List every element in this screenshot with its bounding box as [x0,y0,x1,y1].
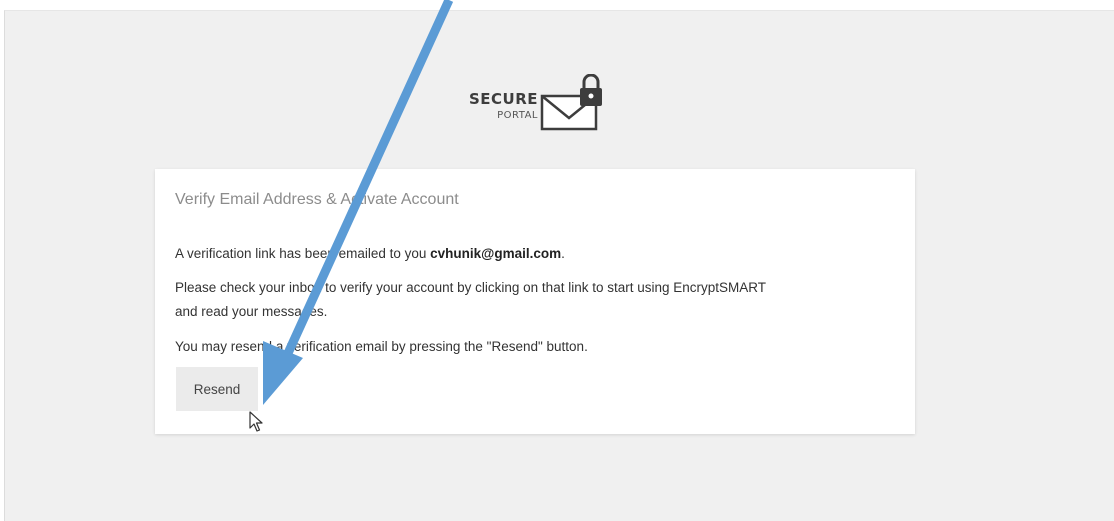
verification-sent-prefix: A verification link has been emailed to … [175,246,431,261]
mouse-pointer-icon [249,411,263,432]
card-title: Verify Email Address & Activate Account [175,191,459,208]
verification-sent-text: A verification link has been emailed to … [175,246,565,261]
logo-word: SECURE [468,90,538,108]
secure-portal-logo: SECURE PORTAL [462,74,612,134]
check-inbox-text-line2: and read your messages. [175,304,328,319]
logo-subword: PORTAL [497,110,538,121]
verify-card: Verify Email Address & Activate Account … [155,169,915,434]
envelope-lock-icon [540,74,602,131]
resend-button[interactable]: Resend [176,367,258,411]
check-inbox-text-line1: Please check your inbox to verify your a… [175,280,767,295]
resend-instructions-text: You may resend a verification email by p… [175,339,588,354]
user-email: cvhunik@gmail.com [430,246,562,261]
verification-sent-suffix: . [561,246,565,261]
